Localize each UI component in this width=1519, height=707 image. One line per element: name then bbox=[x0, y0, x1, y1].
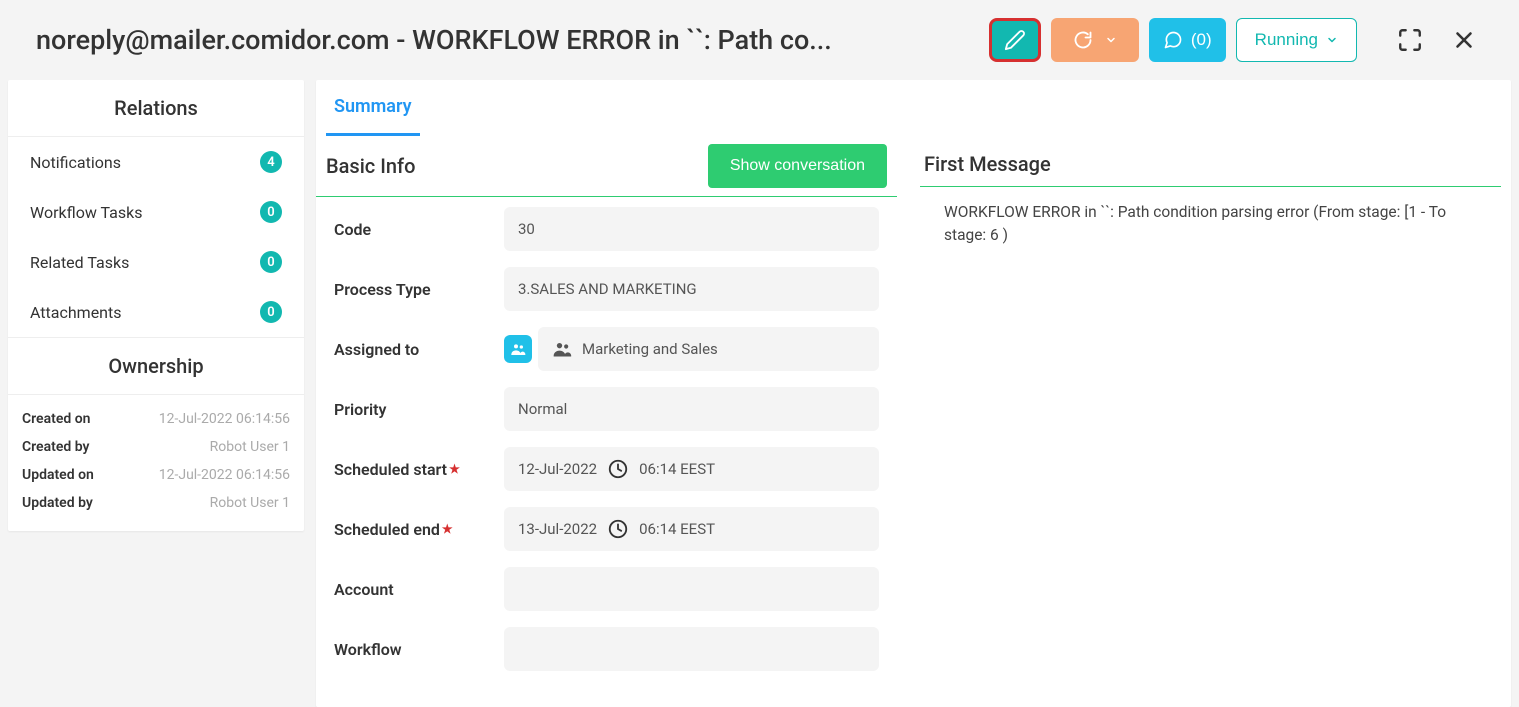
refresh-icon bbox=[1073, 30, 1093, 50]
sidebar-item-label: Workflow Tasks bbox=[30, 203, 143, 222]
own-value: Robot User 1 bbox=[210, 495, 290, 511]
field-value-sched-end: 13-Jul-2022 06:14 EEST bbox=[504, 507, 879, 551]
sidebar-item-label: Attachments bbox=[30, 303, 122, 322]
sidebar-item-related-tasks[interactable]: Related Tasks 0 bbox=[8, 237, 304, 287]
assigned-text: Marketing and Sales bbox=[582, 340, 718, 358]
edit-button[interactable] bbox=[989, 18, 1041, 62]
tab-summary[interactable]: Summary bbox=[326, 80, 420, 136]
sched-start-date: 12-Jul-2022 bbox=[518, 460, 597, 478]
basic-info-title: Basic Info bbox=[326, 154, 415, 178]
clock-icon bbox=[607, 518, 629, 540]
page-title: noreply@mailer.comidor.com - WORKFLOW ER… bbox=[36, 24, 989, 56]
sched-end-date: 13-Jul-2022 bbox=[518, 520, 597, 538]
field-value-account bbox=[504, 567, 879, 611]
field-label-assigned: Assigned to bbox=[334, 340, 504, 359]
own-label: Updated on bbox=[22, 467, 94, 483]
field-value-priority: Normal bbox=[504, 387, 879, 431]
field-label-sched-start: Scheduled start★ bbox=[334, 460, 504, 479]
own-value: Robot User 1 bbox=[210, 439, 290, 455]
comment-icon bbox=[1163, 30, 1183, 50]
field-label-priority: Priority bbox=[334, 400, 504, 419]
sidebar-item-badge: 0 bbox=[260, 201, 282, 223]
relations-title: Relations bbox=[8, 80, 304, 137]
ownership-title: Ownership bbox=[8, 337, 304, 395]
first-message-section: First Message WORKFLOW ERROR in ``: Path… bbox=[910, 136, 1511, 707]
content-panel: Summary Basic Info Show conversation Cod… bbox=[316, 80, 1511, 707]
own-value: 12-Jul-2022 06:14:56 bbox=[159, 467, 290, 483]
sidebar: Relations Notifications 4 Workflow Tasks… bbox=[8, 80, 304, 707]
close-button[interactable] bbox=[1445, 21, 1483, 59]
field-value-process-type: 3.SALES AND MARKETING bbox=[504, 267, 879, 311]
comments-count: (0) bbox=[1191, 30, 1212, 50]
comments-button[interactable]: (0) bbox=[1149, 18, 1226, 62]
refresh-dropdown-button[interactable] bbox=[1051, 18, 1139, 62]
ownership-row-updated-by: Updated by Robot User 1 bbox=[22, 489, 290, 517]
required-star-icon: ★ bbox=[442, 522, 453, 536]
sidebar-item-workflow-tasks[interactable]: Workflow Tasks 0 bbox=[8, 187, 304, 237]
field-label-code: Code bbox=[334, 220, 504, 239]
relations-card: Relations Notifications 4 Workflow Tasks… bbox=[8, 80, 304, 531]
field-value-assigned: Marketing and Sales bbox=[538, 327, 879, 371]
ownership-grid: Created on 12-Jul-2022 06:14:56 Created … bbox=[8, 395, 304, 531]
users-icon bbox=[552, 339, 572, 359]
sidebar-item-badge: 0 bbox=[260, 301, 282, 323]
own-label: Created by bbox=[22, 439, 89, 455]
fullscreen-icon bbox=[1397, 27, 1423, 53]
field-value-code: 30 bbox=[504, 207, 879, 251]
sched-start-time: 06:14 EEST bbox=[639, 460, 715, 478]
status-label: Running bbox=[1255, 30, 1318, 50]
toolbar-actions: (0) Running bbox=[989, 18, 1483, 62]
chevron-down-icon bbox=[1105, 34, 1117, 46]
first-message-title: First Message bbox=[924, 152, 1051, 176]
status-dropdown[interactable]: Running bbox=[1236, 18, 1357, 62]
required-star-icon: ★ bbox=[449, 462, 460, 476]
sidebar-item-label: Related Tasks bbox=[30, 253, 129, 272]
clock-icon bbox=[607, 458, 629, 480]
sidebar-item-notifications[interactable]: Notifications 4 bbox=[8, 137, 304, 187]
field-value-sched-start: 12-Jul-2022 06:14 EEST bbox=[504, 447, 879, 491]
field-label-workflow: Workflow bbox=[334, 640, 504, 659]
pencil-icon bbox=[1004, 29, 1026, 51]
field-label-process-type: Process Type bbox=[334, 280, 504, 299]
show-conversation-button[interactable]: Show conversation bbox=[708, 144, 887, 188]
own-label: Created on bbox=[22, 411, 90, 427]
first-message-body: WORKFLOW ERROR in ``: Path condition par… bbox=[920, 187, 1501, 262]
own-label: Updated by bbox=[22, 495, 93, 511]
sidebar-item-badge: 0 bbox=[260, 251, 282, 273]
group-icon-box[interactable] bbox=[504, 335, 532, 363]
field-label-sched-end: Scheduled end★ bbox=[334, 520, 504, 539]
own-value: 12-Jul-2022 06:14:56 bbox=[159, 411, 290, 427]
ownership-row-created-by: Created by Robot User 1 bbox=[22, 433, 290, 461]
field-label-account: Account bbox=[334, 580, 504, 599]
fullscreen-button[interactable] bbox=[1391, 21, 1429, 59]
ownership-row-updated-on: Updated on 12-Jul-2022 06:14:56 bbox=[22, 461, 290, 489]
group-icon bbox=[510, 341, 526, 357]
chevron-down-icon bbox=[1326, 34, 1338, 46]
sidebar-item-attachments[interactable]: Attachments 0 bbox=[8, 287, 304, 337]
close-icon bbox=[1451, 27, 1477, 53]
field-value-workflow bbox=[504, 627, 879, 671]
basic-info-section: Basic Info Show conversation Code 30 Pro… bbox=[316, 136, 898, 707]
sched-end-time: 06:14 EEST bbox=[639, 520, 715, 538]
ownership-row-created-on: Created on 12-Jul-2022 06:14:56 bbox=[22, 405, 290, 433]
sidebar-item-label: Notifications bbox=[30, 153, 121, 172]
sidebar-item-badge: 4 bbox=[260, 151, 282, 173]
